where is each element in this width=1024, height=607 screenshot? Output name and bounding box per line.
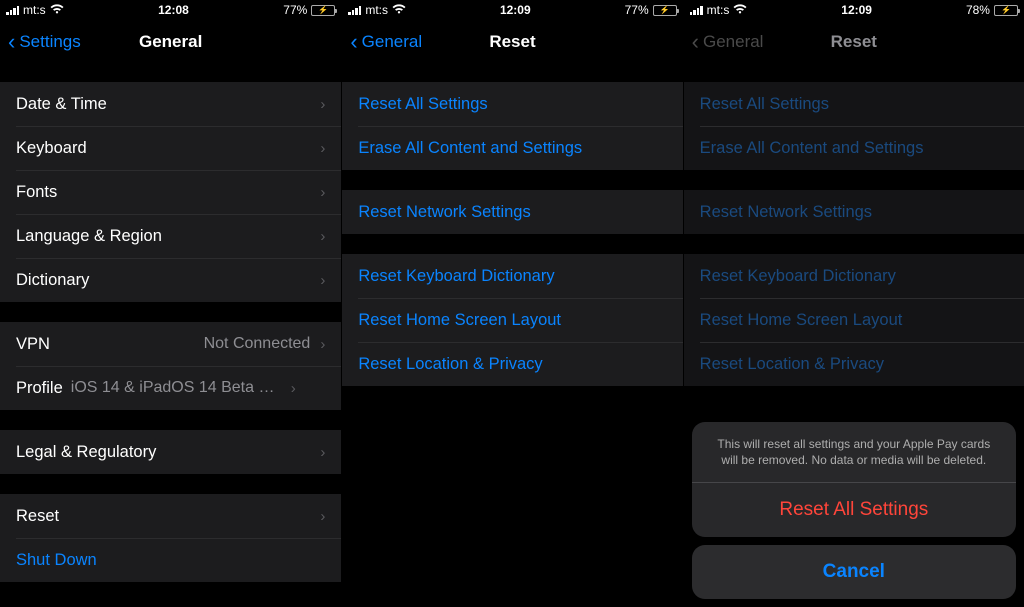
clock: 12:09 — [841, 3, 872, 17]
row-date-time[interactable]: Date & Time› — [0, 82, 341, 126]
group-general-3: Legal & Regulatory› — [0, 430, 341, 474]
row-reset[interactable]: Reset› — [0, 494, 341, 538]
nav-bar: ‹ Settings General — [0, 20, 341, 64]
battery-pct: 77% — [283, 3, 307, 17]
group-reset-3: Reset Keyboard Dictionary Reset Home Scr… — [684, 254, 1024, 386]
chevron-left-icon: ‹ — [8, 31, 15, 53]
row-erase-all: Erase All Content and Settings — [684, 126, 1024, 170]
group-general-4: Reset› Shut Down — [0, 494, 341, 582]
chevron-right-icon: › — [320, 508, 325, 525]
nav-bar: ‹ General Reset — [342, 20, 682, 64]
panel-reset-confirm: mt:s 12:09 78% ⚡ ‹ General Reset Reset A… — [683, 0, 1024, 607]
row-fonts[interactable]: Fonts› — [0, 170, 341, 214]
row-reset-keyboard-dict[interactable]: Reset Keyboard Dictionary — [342, 254, 682, 298]
group-general-1: Date & Time› Keyboard› Fonts› Language &… — [0, 82, 341, 302]
carrier-label: mt:s — [707, 3, 730, 17]
row-keyboard[interactable]: Keyboard› — [0, 126, 341, 170]
group-reset-1: Reset All Settings Erase All Content and… — [684, 82, 1024, 170]
back-button[interactable]: ‹ General — [350, 31, 422, 53]
battery-icon: ⚡ — [311, 5, 335, 16]
status-bar: mt:s 12:09 78% ⚡ — [684, 0, 1024, 20]
row-language-region[interactable]: Language & Region› — [0, 214, 341, 258]
row-reset-network[interactable]: Reset Network Settings — [342, 190, 682, 234]
group-reset-2: Reset Network Settings — [684, 190, 1024, 234]
row-reset-location-privacy: Reset Location & Privacy — [684, 342, 1024, 386]
chevron-right-icon: › — [320, 228, 325, 245]
group-general-2: VPNNot Connected› ProfileiOS 14 & iPadOS… — [0, 322, 341, 410]
row-legal[interactable]: Legal & Regulatory› — [0, 430, 341, 474]
wifi-icon — [392, 4, 406, 17]
signal-icon — [690, 6, 703, 15]
reset-all-settings-button[interactable]: Reset All Settings — [692, 483, 1016, 537]
action-sheet-cancel-block: Cancel — [692, 545, 1016, 599]
battery-pct: 77% — [625, 3, 649, 17]
row-reset-network: Reset Network Settings — [684, 190, 1024, 234]
nav-bar: ‹ General Reset — [684, 20, 1024, 64]
group-reset-2: Reset Network Settings — [342, 190, 682, 234]
row-vpn[interactable]: VPNNot Connected› — [0, 322, 341, 366]
row-reset-all-settings[interactable]: Reset All Settings — [342, 82, 682, 126]
cancel-button[interactable]: Cancel — [692, 545, 1016, 599]
back-label: General — [703, 32, 763, 52]
chevron-right-icon: › — [320, 184, 325, 201]
row-reset-keyboard-dict: Reset Keyboard Dictionary — [684, 254, 1024, 298]
clock: 12:08 — [158, 3, 189, 17]
back-label: General — [362, 32, 422, 52]
chevron-right-icon: › — [291, 380, 296, 397]
chevron-left-icon: ‹ — [350, 31, 357, 53]
signal-icon — [348, 6, 361, 15]
back-button[interactable]: ‹ Settings — [8, 31, 81, 53]
status-bar: mt:s 12:08 77% ⚡ — [0, 0, 341, 20]
battery-icon: ⚡ — [994, 5, 1018, 16]
action-sheet-main: This will reset all settings and your Ap… — [692, 422, 1016, 537]
row-reset-home-layout[interactable]: Reset Home Screen Layout — [342, 298, 682, 342]
row-reset-all-settings: Reset All Settings — [684, 82, 1024, 126]
battery-pct: 78% — [966, 3, 990, 17]
page-title: Reset — [489, 32, 535, 52]
back-button: ‹ General — [692, 31, 764, 53]
action-sheet: This will reset all settings and your Ap… — [692, 422, 1016, 599]
row-reset-home-layout: Reset Home Screen Layout — [684, 298, 1024, 342]
carrier-label: mt:s — [23, 3, 46, 17]
chevron-right-icon: › — [320, 444, 325, 461]
page-title: Reset — [831, 32, 877, 52]
row-profile[interactable]: ProfileiOS 14 & iPadOS 14 Beta Softwar..… — [0, 366, 341, 410]
clock: 12:09 — [500, 3, 531, 17]
panel-reset: mt:s 12:09 77% ⚡ ‹ General Reset Reset A… — [341, 0, 682, 607]
chevron-right-icon: › — [320, 140, 325, 157]
wifi-icon — [733, 4, 747, 17]
chevron-right-icon: › — [320, 272, 325, 289]
chevron-right-icon: › — [320, 336, 325, 353]
row-shutdown[interactable]: Shut Down — [0, 538, 341, 582]
wifi-icon — [50, 4, 64, 17]
page-title: General — [139, 32, 202, 52]
action-sheet-message: This will reset all settings and your Ap… — [692, 422, 1016, 482]
status-bar: mt:s 12:09 77% ⚡ — [342, 0, 682, 20]
chevron-right-icon: › — [320, 96, 325, 113]
row-erase-all[interactable]: Erase All Content and Settings — [342, 126, 682, 170]
row-dictionary[interactable]: Dictionary› — [0, 258, 341, 302]
carrier-label: mt:s — [365, 3, 388, 17]
group-reset-3: Reset Keyboard Dictionary Reset Home Scr… — [342, 254, 682, 386]
battery-icon: ⚡ — [653, 5, 677, 16]
back-label: Settings — [19, 32, 80, 52]
group-reset-1: Reset All Settings Erase All Content and… — [342, 82, 682, 170]
row-reset-location-privacy[interactable]: Reset Location & Privacy — [342, 342, 682, 386]
signal-icon — [6, 6, 19, 15]
panel-general: mt:s 12:08 77% ⚡ ‹ Settings General Date… — [0, 0, 341, 607]
chevron-left-icon: ‹ — [692, 31, 699, 53]
